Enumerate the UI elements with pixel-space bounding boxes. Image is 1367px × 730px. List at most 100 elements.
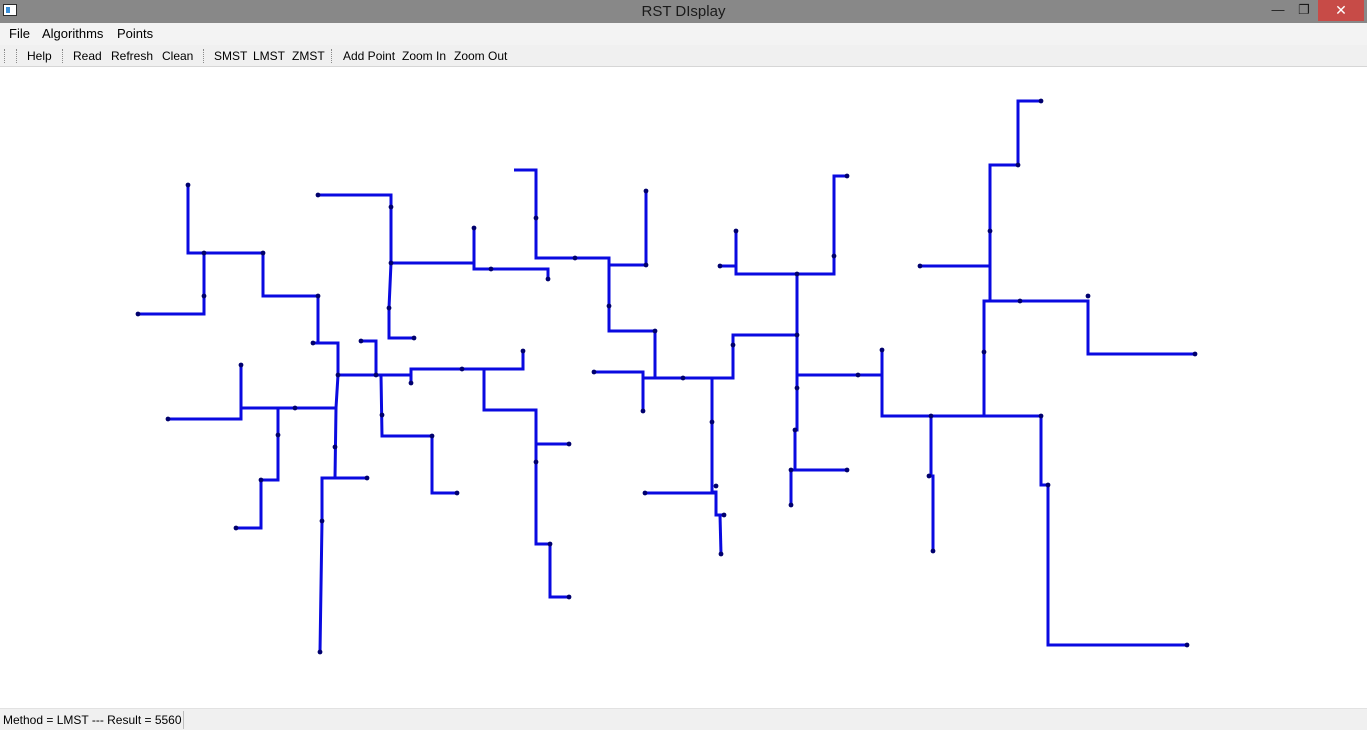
lmst-button[interactable]: LMST <box>253 45 285 67</box>
terminal-point[interactable] <box>315 293 321 299</box>
terminal-point[interactable] <box>987 228 993 234</box>
terminal-point[interactable] <box>642 490 648 496</box>
terminal-point[interactable] <box>429 433 435 439</box>
terminal-point[interactable] <box>1184 642 1190 648</box>
drawing-canvas[interactable] <box>0 67 1367 708</box>
close-button[interactable]: ✕ <box>1318 0 1364 21</box>
terminal-point[interactable] <box>652 328 658 334</box>
zmst-button[interactable]: ZMST <box>292 45 325 67</box>
terminal-point[interactable] <box>643 262 649 268</box>
terminal-point[interactable] <box>640 408 646 414</box>
terminal-point[interactable] <box>547 541 553 547</box>
toolbar-grip[interactable] <box>16 49 19 63</box>
terminal-point[interactable] <box>844 467 850 473</box>
terminal-point[interactable] <box>358 338 364 344</box>
terminal-point[interactable] <box>928 413 934 419</box>
terminal-point[interactable] <box>794 332 800 338</box>
toolbar-grip[interactable] <box>62 49 65 63</box>
terminal-point[interactable] <box>855 372 861 378</box>
smst-button[interactable]: SMST <box>214 45 247 67</box>
zoom-in-button[interactable]: Zoom In <box>402 45 446 67</box>
terminal-point[interactable] <box>591 369 597 375</box>
terminal-point[interactable] <box>373 372 379 378</box>
terminal-point[interactable] <box>319 518 325 524</box>
terminal-point[interactable] <box>533 215 539 221</box>
terminal-point[interactable] <box>379 412 385 418</box>
terminal-point[interactable] <box>788 502 794 508</box>
terminal-point[interactable] <box>643 188 649 194</box>
terminal-point[interactable] <box>1017 298 1023 304</box>
terminal-point[interactable] <box>926 473 932 479</box>
terminal-point[interactable] <box>317 649 323 655</box>
terminal-point[interactable] <box>831 253 837 259</box>
terminal-point[interactable] <box>1085 293 1091 299</box>
minimize-button[interactable]: — <box>1265 0 1291 21</box>
terminal-point[interactable] <box>709 419 715 425</box>
toolbar-grip[interactable] <box>4 49 7 63</box>
terminal-point[interactable] <box>411 335 417 341</box>
toolbar-grip[interactable] <box>331 49 334 63</box>
terminal-point[interactable] <box>566 594 572 600</box>
terminal-point[interactable] <box>730 342 736 348</box>
terminal-point[interactable] <box>1038 413 1044 419</box>
terminal-point[interactable] <box>533 459 539 465</box>
menu-points[interactable]: Points <box>117 23 153 45</box>
terminal-point[interactable] <box>233 525 239 531</box>
terminal-point[interactable] <box>733 228 739 234</box>
clean-button[interactable]: Clean <box>162 45 193 67</box>
terminal-point[interactable] <box>386 305 392 311</box>
terminal-point[interactable] <box>844 173 850 179</box>
terminal-point[interactable] <box>1045 482 1051 488</box>
terminal-point[interactable] <box>408 380 414 386</box>
terminal-point[interactable] <box>388 260 394 266</box>
add-point-button[interactable]: Add Point <box>343 45 395 67</box>
terminal-point[interactable] <box>292 405 298 411</box>
terminal-point[interactable] <box>310 340 316 346</box>
terminal-point[interactable] <box>185 182 191 188</box>
terminal-point[interactable] <box>260 250 266 256</box>
terminal-point[interactable] <box>135 311 141 317</box>
terminal-point[interactable] <box>471 225 477 231</box>
read-button[interactable]: Read <box>73 45 102 67</box>
zoom-out-button[interactable]: Zoom Out <box>454 45 507 67</box>
terminal-point[interactable] <box>201 250 207 256</box>
terminal-point[interactable] <box>981 349 987 355</box>
terminal-point[interactable] <box>606 303 612 309</box>
terminal-point[interactable] <box>713 483 719 489</box>
terminal-point[interactable] <box>459 366 465 372</box>
toolbar-grip[interactable] <box>203 49 206 63</box>
terminal-point[interactable] <box>1038 98 1044 104</box>
terminal-point[interactable] <box>794 271 800 277</box>
terminal-point[interactable] <box>566 441 572 447</box>
terminal-point[interactable] <box>258 477 264 483</box>
terminal-point[interactable] <box>165 416 171 422</box>
menu-algorithms[interactable]: Algorithms <box>42 23 103 45</box>
terminal-point[interactable] <box>315 192 321 198</box>
terminal-point[interactable] <box>454 490 460 496</box>
terminal-point[interactable] <box>488 266 494 272</box>
terminal-point[interactable] <box>572 255 578 261</box>
terminal-point[interactable] <box>1192 351 1198 357</box>
terminal-point[interactable] <box>335 372 341 378</box>
refresh-button[interactable]: Refresh <box>111 45 153 67</box>
terminal-point[interactable] <box>238 362 244 368</box>
help-button[interactable]: Help <box>27 45 52 67</box>
terminal-point[interactable] <box>680 375 686 381</box>
terminal-point[interactable] <box>1015 162 1021 168</box>
terminal-point[interactable] <box>879 347 885 353</box>
terminal-point[interactable] <box>788 467 794 473</box>
terminal-point[interactable] <box>917 263 923 269</box>
terminal-point[interactable] <box>520 348 526 354</box>
terminal-point[interactable] <box>930 548 936 554</box>
terminal-point[interactable] <box>794 385 800 391</box>
terminal-point[interactable] <box>332 444 338 450</box>
terminal-point[interactable] <box>718 551 724 557</box>
terminal-point[interactable] <box>364 475 370 481</box>
terminal-point[interactable] <box>201 293 207 299</box>
terminal-point[interactable] <box>717 263 723 269</box>
menu-file[interactable]: File <box>9 23 30 45</box>
terminal-point[interactable] <box>275 432 281 438</box>
terminal-point[interactable] <box>545 276 551 282</box>
restore-button[interactable]: ❐ <box>1291 0 1317 21</box>
terminal-point[interactable] <box>388 204 394 210</box>
